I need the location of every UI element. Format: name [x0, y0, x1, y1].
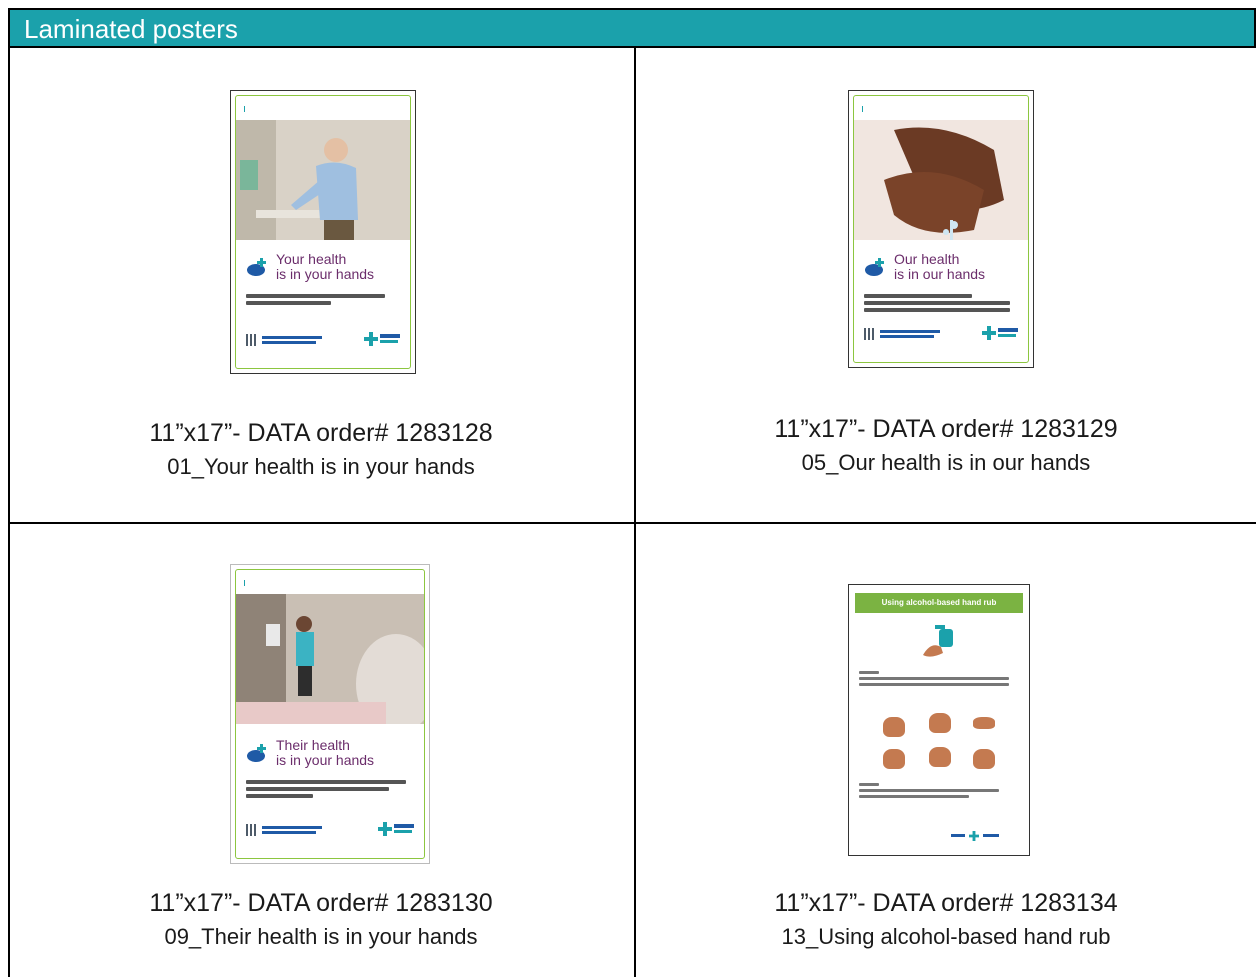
qr-code-icon	[864, 328, 876, 340]
hand-step-icon	[973, 717, 995, 729]
poster-caption: 11”x17”- DATA order# 1283130 09_Their he…	[8, 886, 634, 954]
hand-rub-dispenser-icon	[923, 625, 953, 657]
qr-code-icon	[246, 824, 258, 836]
table-border-left	[8, 46, 10, 977]
poster-thumbnail-hand-rub: Using alcohol-based hand rub	[848, 584, 1030, 856]
poster-tag	[244, 580, 249, 586]
poster-tag	[244, 106, 249, 112]
poster-title-line1: Our health	[894, 251, 960, 267]
table-divider-horizontal	[8, 522, 1256, 524]
poster-name: 09_Their health is in your hands	[164, 924, 478, 949]
order-number: 11”x17”- DATA order# 1283134	[774, 889, 1118, 917]
poster-band-title: Using alcohol-based hand rub	[855, 593, 1023, 613]
poster-body-text	[864, 294, 1018, 315]
poster-thumbnail-our-health: Our health is in our hands	[848, 90, 1034, 368]
poster-caption: 11”x17”- DATA order# 1283128 01_Your hea…	[8, 416, 634, 484]
poster-title-line2: is in our hands	[894, 266, 986, 282]
poster-title-line1: Your health	[276, 251, 347, 267]
poster-photo	[236, 120, 410, 240]
hand-step-icon	[883, 749, 905, 769]
hand-step-icon	[973, 749, 995, 769]
poster-thumbnail-their-health: Their health is in your hands	[230, 564, 430, 864]
poster-body-text	[246, 780, 414, 801]
section-title: Laminated posters	[24, 14, 238, 44]
hands-logo-icon	[247, 744, 266, 762]
poster-table: Your health is in your hands 11”x17”- DAT…	[8, 46, 1256, 977]
poster-name: 05_Our health is in our hands	[801, 450, 1091, 475]
health-cross-icon	[364, 332, 378, 346]
poster-footer	[246, 332, 400, 350]
poster-caption: 11”x17”- DATA order# 1283129 05_Our heal…	[636, 412, 1256, 480]
poster-title-line2: is in your hands	[276, 752, 375, 768]
poster-name: 13_Using alcohol-based hand rub	[781, 924, 1111, 949]
order-number: 11”x17”- DATA order# 1283128	[149, 419, 493, 447]
hand-step-icon	[929, 747, 951, 767]
qr-code-icon	[246, 334, 258, 346]
section-header: Laminated posters	[8, 8, 1256, 48]
hand-step-icon	[883, 717, 905, 737]
health-cross-icon	[969, 831, 979, 841]
poster-footer	[864, 326, 1018, 344]
poster-caption: 11”x17”- DATA order# 1283134 13_Using al…	[636, 886, 1256, 954]
poster-footer	[246, 822, 414, 840]
poster-body-text	[246, 294, 400, 308]
order-number: 11”x17”- DATA order# 1283129	[774, 415, 1118, 443]
poster-thumbnail-your-health: Your health is in your hands	[230, 90, 416, 374]
poster-tag	[862, 106, 867, 112]
poster-photo	[854, 120, 1028, 240]
hand-step-icon	[929, 713, 951, 733]
table-divider-vertical	[634, 46, 636, 977]
poster-name: 01_Your health is in your hands	[167, 454, 475, 479]
health-cross-icon	[982, 326, 996, 340]
poster-title-line1: Their health	[276, 737, 350, 753]
order-number: 11”x17”- DATA order# 1283130	[149, 889, 493, 917]
hands-logo-icon	[247, 258, 266, 276]
poster-photo	[236, 594, 424, 724]
poster-title-line2: is in your hands	[276, 266, 375, 282]
hands-logo-icon	[865, 258, 884, 276]
health-cross-icon	[378, 822, 392, 836]
